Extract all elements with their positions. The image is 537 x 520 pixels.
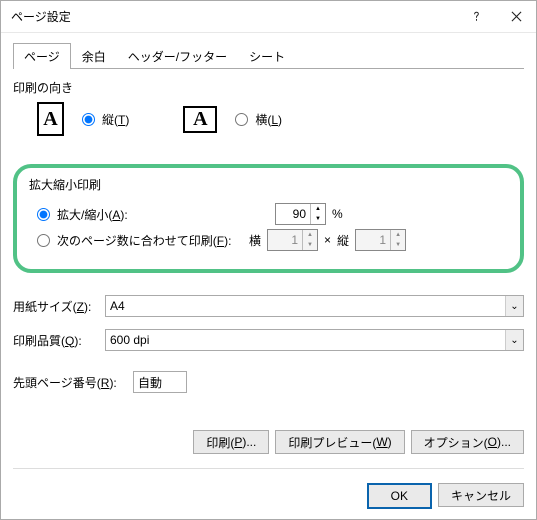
scaling-group-title: 拡大縮小印刷	[29, 176, 508, 193]
tab-headerfooter[interactable]: ヘッダー/フッター	[117, 43, 238, 69]
scaling-fit-tall-spinner[interactable]: ▲▼	[355, 229, 406, 251]
scaling-fit-radio[interactable]: 次のページ数に合わせて印刷(F):	[37, 232, 243, 249]
orientation-portrait-label: 縦(T)	[102, 111, 129, 128]
orientation-portrait-input[interactable]	[82, 113, 95, 126]
orientation-row: A 縦(T) A 横(L)	[13, 102, 524, 136]
scaling-adjust-value[interactable]	[276, 204, 310, 224]
print-quality-row: 印刷品質(Q): 600 dpi ⌄	[13, 329, 524, 351]
page-setup-dialog: ページ設定 ページ 余白 ヘッダー/フッター シート 印刷の向き A 縦(T) …	[0, 0, 537, 520]
paper-size-combo[interactable]: A4 ⌄	[105, 295, 524, 317]
scaling-adjust-spinner[interactable]: ▲▼	[275, 203, 326, 225]
scaling-fit-input[interactable]	[37, 234, 50, 247]
paper-size-row: 用紙サイズ(Z): A4 ⌄	[13, 295, 524, 317]
preview-button[interactable]: 印刷プレビュー(W)	[275, 430, 404, 454]
options-button[interactable]: オプション(O)...	[411, 430, 524, 454]
first-page-row: 先頭ページ番号(R): 自動	[13, 371, 524, 393]
dialog-title: ページ設定	[11, 8, 456, 25]
scaling-fit-label: 次のページ数に合わせて印刷(F):	[57, 232, 231, 249]
dialog-button-row: OK キャンセル	[13, 483, 524, 509]
scaling-group-highlight: 拡大縮小印刷 拡大/縮小(A): ▲▼ %	[13, 164, 524, 273]
portrait-icon: A	[37, 102, 64, 136]
print-quality-combo[interactable]: 600 dpi ⌄	[105, 329, 524, 351]
close-icon	[511, 11, 522, 22]
titlebar: ページ設定	[1, 1, 536, 33]
scaling-adjust-label: 拡大/縮小(A):	[57, 206, 128, 223]
scaling-fit-wide-value[interactable]	[268, 230, 302, 250]
first-page-input[interactable]: 自動	[133, 371, 187, 393]
print-quality-label: 印刷品質(Q):	[13, 332, 105, 349]
scaling-fit-row: 次のページ数に合わせて印刷(F): 横 ▲▼ × 縦 ▲▼	[29, 227, 508, 253]
close-button[interactable]	[496, 1, 536, 33]
scaling-fit-tall-label: 縦	[337, 232, 349, 249]
orientation-landscape-input[interactable]	[235, 113, 248, 126]
chevron-down-icon: ⌄	[505, 330, 523, 350]
scaling-adjust-radio[interactable]: 拡大/縮小(A):	[37, 206, 217, 223]
print-button[interactable]: 印刷(P)...	[193, 430, 269, 454]
first-page-label: 先頭ページ番号(R):	[13, 374, 133, 391]
orientation-landscape-radio[interactable]: 横(L)	[235, 111, 282, 128]
orientation-portrait-radio[interactable]: 縦(T)	[82, 111, 129, 128]
help-icon	[471, 11, 482, 22]
spinner-arrows[interactable]: ▲▼	[302, 230, 317, 250]
landscape-icon: A	[183, 106, 217, 133]
help-button[interactable]	[456, 1, 496, 33]
scaling-adjust-suffix: %	[332, 207, 343, 221]
print-quality-value: 600 dpi	[110, 333, 519, 347]
orientation-landscape-label: 横(L)	[255, 111, 282, 128]
scaling-fit-cross: ×	[324, 233, 331, 247]
dialog-body: ページ 余白 ヘッダー/フッター シート 印刷の向き A 縦(T) A 横(L)	[1, 33, 536, 519]
paper-size-label: 用紙サイズ(Z):	[13, 298, 105, 315]
tab-margins[interactable]: 余白	[71, 43, 117, 69]
action-button-row: 印刷(P)... 印刷プレビュー(W) オプション(O)...	[13, 430, 524, 454]
scaling-fit-wide-label: 横	[249, 232, 261, 249]
spinner-arrows[interactable]: ▲▼	[390, 230, 405, 250]
chevron-down-icon: ⌄	[505, 296, 523, 316]
tab-page-content: 印刷の向き A 縦(T) A 横(L) 拡大縮小印刷	[13, 69, 524, 509]
separator	[13, 468, 524, 469]
orientation-group-label: 印刷の向き	[13, 79, 524, 96]
tab-page[interactable]: ページ	[13, 43, 71, 69]
scaling-adjust-row: 拡大/縮小(A): ▲▼ %	[29, 201, 508, 227]
scaling-adjust-input[interactable]	[37, 208, 50, 221]
paper-size-value: A4	[110, 299, 519, 313]
cancel-button[interactable]: キャンセル	[438, 483, 524, 507]
tab-strip: ページ 余白 ヘッダー/フッター シート	[13, 43, 524, 69]
scaling-fit-tall-value[interactable]	[356, 230, 390, 250]
tab-sheet[interactable]: シート	[238, 43, 296, 69]
scaling-fit-wide-spinner[interactable]: ▲▼	[267, 229, 318, 251]
first-page-value: 自動	[138, 374, 162, 391]
ok-button[interactable]: OK	[367, 483, 432, 509]
spinner-arrows[interactable]: ▲▼	[310, 204, 325, 224]
